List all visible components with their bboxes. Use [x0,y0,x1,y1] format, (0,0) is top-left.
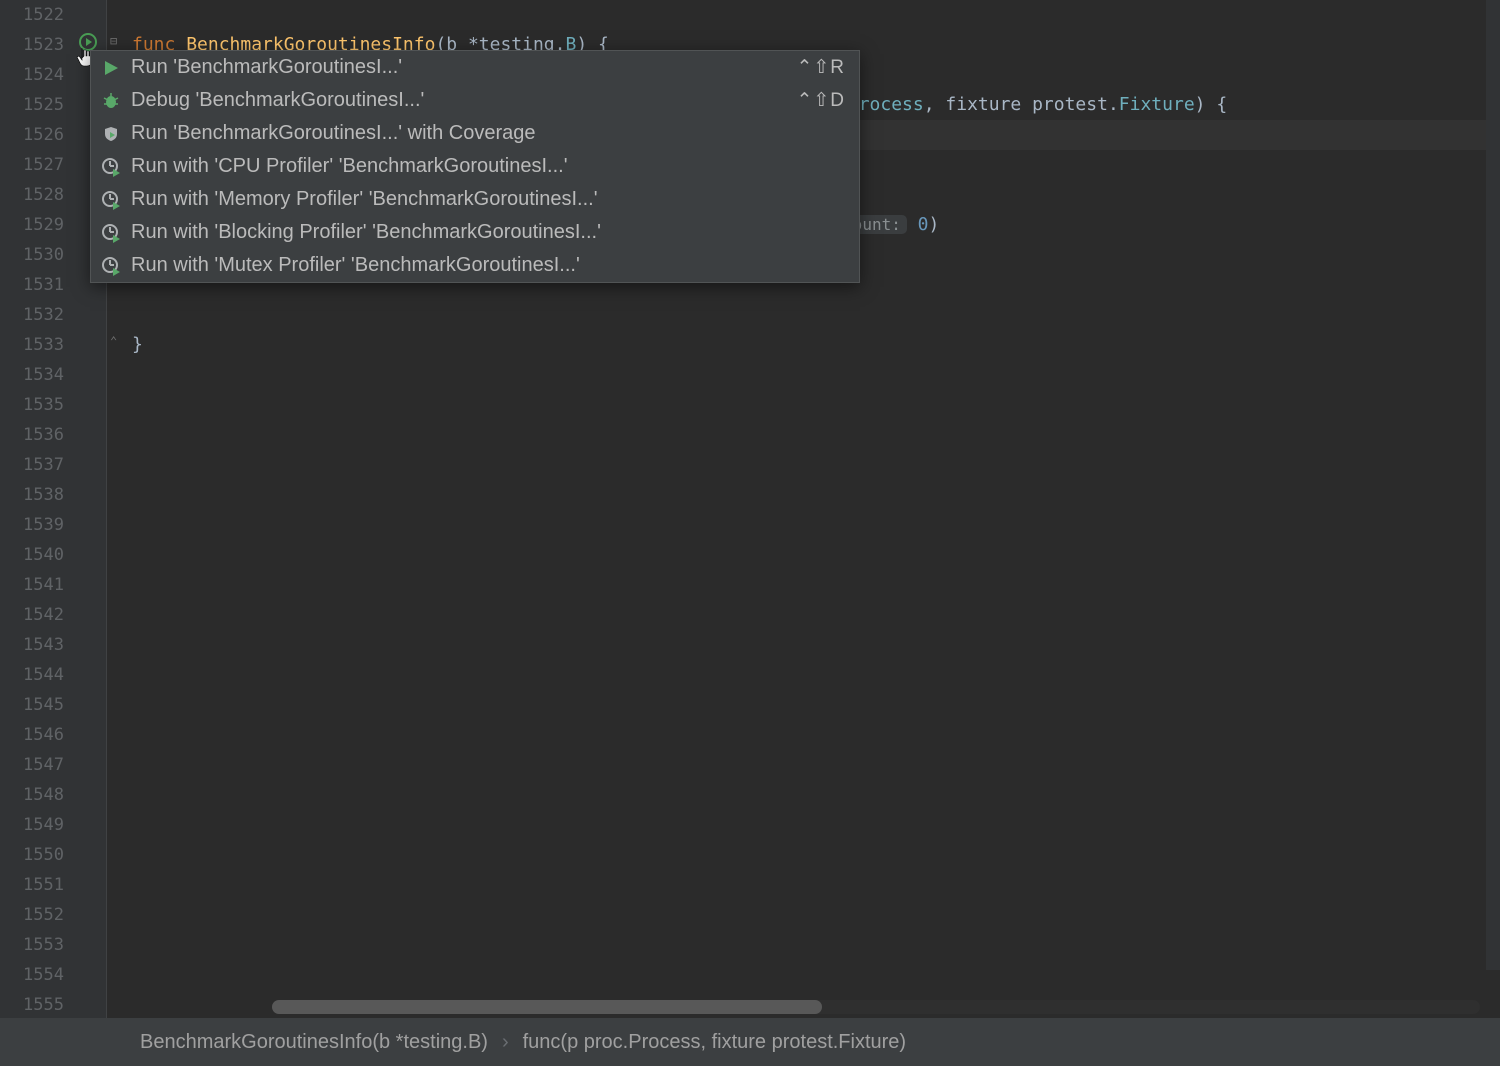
line-number: 1548 [0,780,76,810]
line-number: 1547 [0,750,76,780]
menu-item-label: Run with 'Mutex Profiler' 'BenchmarkGoro… [131,254,845,277]
profiler-icon [99,157,123,177]
line-number: 1532 [0,300,76,330]
code-line: } [132,330,1500,360]
line-number: 1544 [0,660,76,690]
line-number: 1555 [0,990,76,1020]
line-number: 1553 [0,930,76,960]
menu-item-label: Debug 'BenchmarkGoroutinesI...' [131,89,796,112]
line-number: 1545 [0,690,76,720]
breadcrumb-separator-icon: › [502,1031,509,1054]
line-number: 1523 [0,30,76,60]
menu-item-label: Run 'BenchmarkGoroutinesI...' with Cover… [131,122,845,145]
line-number: 1529 [0,210,76,240]
menu-item[interactable]: Run with 'CPU Profiler' 'BenchmarkGorout… [91,150,859,183]
error-stripe[interactable] [1486,0,1500,970]
code-line [132,0,1500,30]
menu-item[interactable]: Run with 'Mutex Profiler' 'BenchmarkGoro… [91,249,859,282]
line-number: 1531 [0,270,76,300]
menu-item[interactable]: Run with 'Memory Profiler' 'BenchmarkGor… [91,183,859,216]
line-number: 1533 [0,330,76,360]
line-number: 1543 [0,630,76,660]
menu-item-label: Run with 'Blocking Profiler' 'BenchmarkG… [131,221,845,244]
menu-shortcut: ⌃⇧R [796,56,845,79]
editor-pane: 1522152315241525152615271528152915301531… [0,0,1500,1018]
line-number: 1540 [0,540,76,570]
line-number: 1528 [0,180,76,210]
line-number: 1550 [0,840,76,870]
line-number: 1542 [0,600,76,630]
debug-icon [99,92,123,110]
line-number: 1554 [0,960,76,990]
line-number: 1535 [0,390,76,420]
line-number: 1551 [0,870,76,900]
menu-item-label: Run with 'CPU Profiler' 'BenchmarkGorout… [131,155,845,178]
run-context-menu: Run 'BenchmarkGoroutinesI...'⌃⇧RDebug 'B… [90,50,860,283]
line-number: 1526 [0,120,76,150]
fold-toggle-icon[interactable]: ⊟ [110,34,117,48]
menu-shortcut: ⌃⇧D [796,89,845,112]
line-number: 1530 [0,240,76,270]
horizontal-scrollbar[interactable] [272,1000,1480,1014]
menu-item[interactable]: Run 'BenchmarkGoroutinesI...' with Cover… [91,117,859,150]
fold-end-icon[interactable]: ⌃ [110,334,117,348]
line-number: 1524 [0,60,76,90]
coverage-icon [99,125,123,143]
run-icon [99,59,123,77]
line-number: 1541 [0,570,76,600]
breadcrumb-item[interactable]: func(p proc.Process, fixture protest.Fix… [523,1031,906,1054]
scrollbar-thumb[interactable] [272,1000,822,1014]
menu-item[interactable]: Run with 'Blocking Profiler' 'BenchmarkG… [91,216,859,249]
line-number: 1552 [0,900,76,930]
line-number: 1549 [0,810,76,840]
breadcrumb-item[interactable]: BenchmarkGoroutinesInfo(b *testing.B) [140,1031,488,1054]
profiler-icon [99,223,123,243]
line-number: 1536 [0,420,76,450]
menu-item-label: Run 'BenchmarkGoroutinesI...' [131,56,796,79]
line-number: 1522 [0,0,76,30]
line-number: 1539 [0,510,76,540]
profiler-icon [99,190,123,210]
code-line [132,300,1500,330]
breadcrumb-bar: BenchmarkGoroutinesInfo(b *testing.B) › … [0,1018,1500,1066]
line-number: 1537 [0,450,76,480]
line-number: 1527 [0,150,76,180]
menu-item[interactable]: Run 'BenchmarkGoroutinesI...'⌃⇧R [91,51,859,84]
menu-item-label: Run with 'Memory Profiler' 'BenchmarkGor… [131,188,845,211]
profiler-icon [99,256,123,276]
line-number-gutter: 1522152315241525152615271528152915301531… [0,0,76,1018]
menu-item[interactable]: Debug 'BenchmarkGoroutinesI...'⌃⇧D [91,84,859,117]
line-number: 1534 [0,360,76,390]
line-number: 1525 [0,90,76,120]
line-number: 1538 [0,480,76,510]
line-number: 1546 [0,720,76,750]
